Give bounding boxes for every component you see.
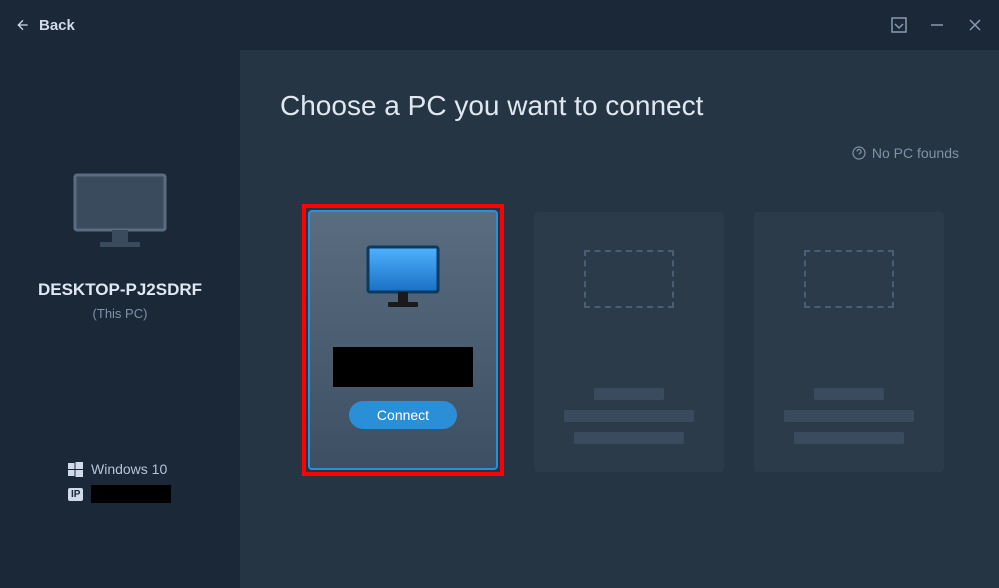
content: DESKTOP-PJ2SDRF (This PC) Windows 10 IP … [0,50,999,588]
help-link[interactable]: No PC founds [852,145,959,161]
ip-badge: IP [68,488,83,501]
main-panel: Choose a PC you want to connect No PC fo… [240,50,999,588]
pc-card-placeholder [534,212,724,472]
placeholder-line [794,432,904,444]
pc-card-placeholder [754,212,944,472]
ip-info: IP [68,485,171,503]
windows-icon [68,462,83,477]
placeholder-monitor-icon [804,250,894,308]
placeholder-line [784,410,914,422]
connect-button[interactable]: Connect [349,401,457,429]
highlight-box: Connect [302,204,504,476]
page-title: Choose a PC you want to connect [280,90,959,122]
os-info: Windows 10 [68,461,171,477]
minimize-button[interactable] [928,16,946,34]
help-link-label: No PC founds [872,145,959,161]
placeholder-line [564,410,694,422]
info-icon [852,146,866,160]
placeholder-line [574,432,684,444]
dropdown-button[interactable] [890,16,908,34]
back-label: Back [39,17,75,34]
ip-value-redacted [91,485,171,503]
close-button[interactable] [966,16,984,34]
os-label: Windows 10 [91,461,167,477]
placeholder-line [594,388,664,400]
this-pc-label: (This PC) [93,306,148,321]
pc-card-name-redacted [333,347,473,387]
pc-card[interactable]: Connect [308,210,498,470]
window-controls [890,16,984,34]
back-button[interactable]: Back [15,17,75,34]
placeholder-line [814,388,884,400]
this-pc-icon [70,170,170,255]
this-pc-name: DESKTOP-PJ2SDRF [38,280,202,300]
sidebar-footer: Windows 10 IP [68,461,171,503]
sidebar: DESKTOP-PJ2SDRF (This PC) Windows 10 IP [0,50,240,588]
arrow-left-icon [15,17,31,33]
monitor-icon [363,242,443,317]
pc-cards: Connect [280,212,959,476]
placeholder-monitor-icon [584,250,674,308]
titlebar: Back [0,0,999,50]
